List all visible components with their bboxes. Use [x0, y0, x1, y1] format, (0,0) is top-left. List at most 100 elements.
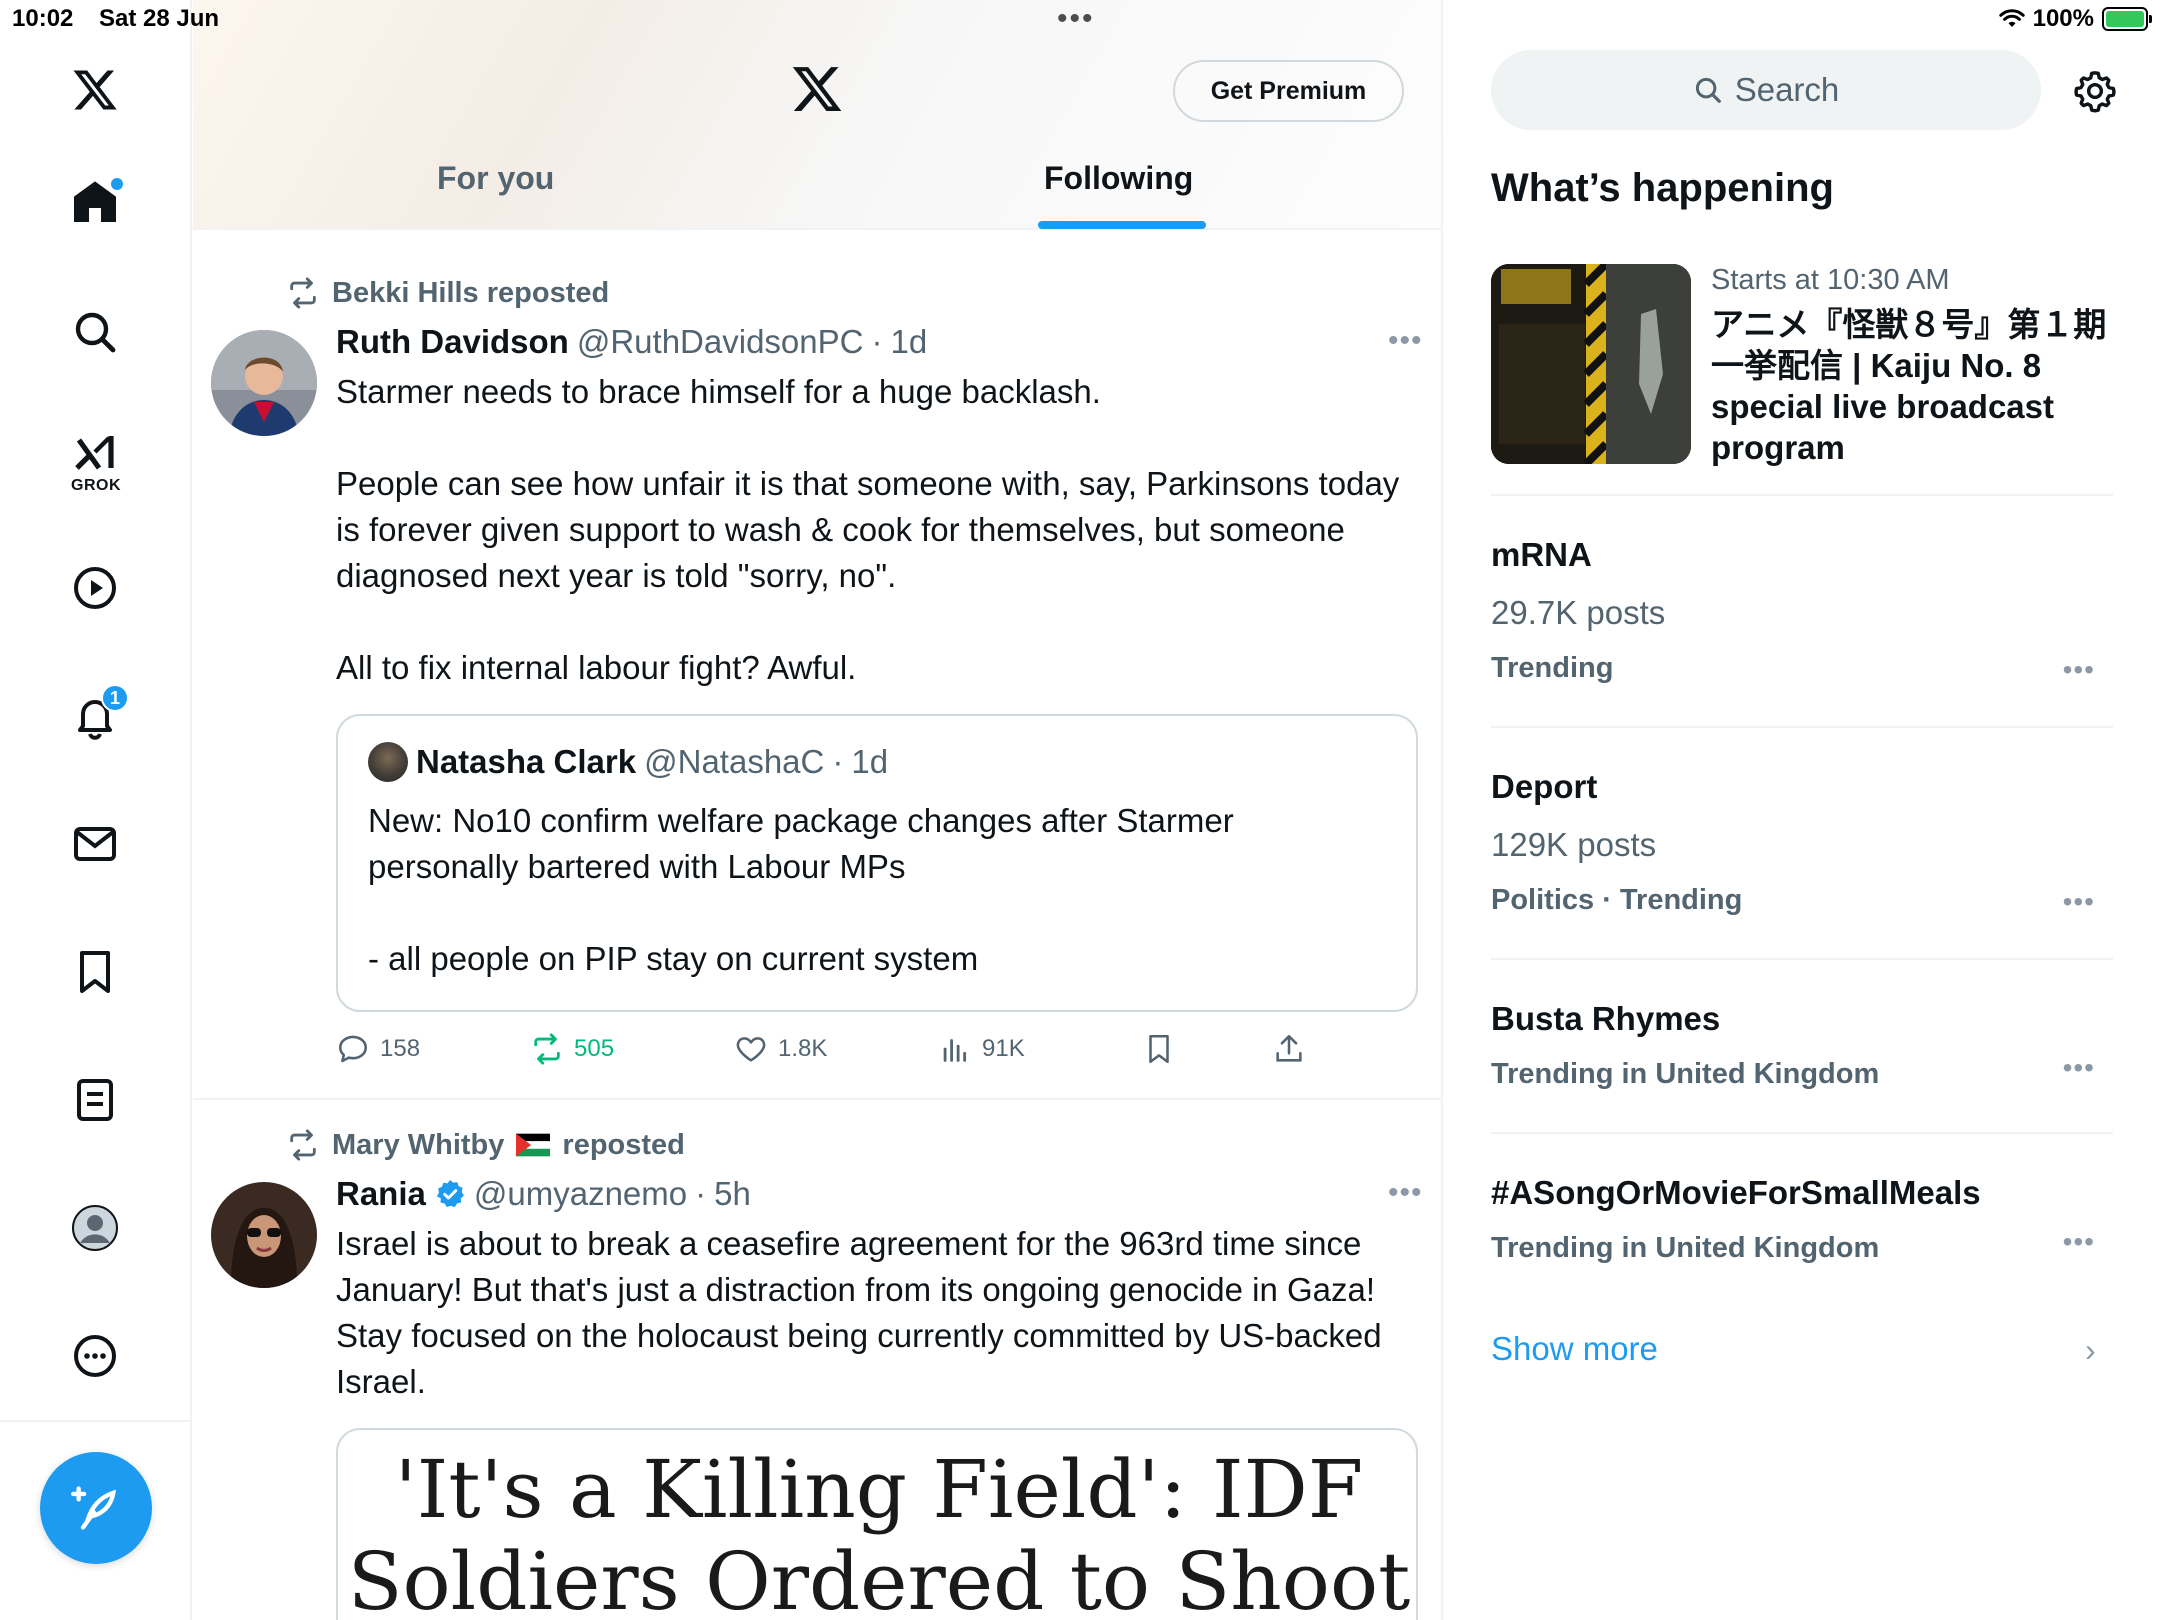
repost-count: 505 [574, 1035, 615, 1062]
tweet[interactable]: Mary Whitby reposted Rania @umyaznemo · … [193, 1100, 1441, 1620]
event-card[interactable]: Starts at 10:30 AM アニメ『怪獣８号』第１期一挙配信 | Ka… [1491, 264, 2113, 494]
trend-item[interactable]: mRNA 29.7K posts Trending ••• [1491, 536, 2113, 685]
search-input[interactable]: Search [1491, 50, 2041, 130]
repost-attribution: Mary Whitby reposted [286, 1128, 685, 1162]
tweet-media-image[interactable]: 'It's a Killing Field': IDF Soldiers Ord… [336, 1428, 1418, 1620]
bookmark-icon [1149, 1034, 1169, 1064]
profile-avatar-icon[interactable] [63, 1196, 127, 1260]
settings-gear-icon[interactable] [2072, 68, 2118, 114]
repost-by-name: Mary Whitby [332, 1128, 505, 1161]
get-premium-button[interactable]: Get Premium [1173, 60, 1404, 122]
avatar[interactable] [211, 1182, 317, 1288]
sidebar-divider [1491, 494, 2113, 496]
meta-separator: · [871, 323, 883, 360]
right-sidebar: Search What’s happening Starts at 10:30 … [1445, 0, 2160, 1620]
reply-button[interactable]: 158 [336, 1032, 420, 1066]
multitasking-dots-icon[interactable]: ••• [1057, 4, 1095, 34]
author-name[interactable]: Ruth Davidson [336, 323, 569, 361]
verified-badge-icon [436, 1180, 464, 1208]
compose-post-button[interactable] [40, 1452, 152, 1564]
x-header-logo-icon[interactable] [790, 62, 844, 116]
palestine-flag-icon [516, 1133, 551, 1157]
author-handle[interactable]: @umyaznemo [474, 1175, 687, 1213]
status-right: 100% [1998, 5, 2152, 33]
trend-category: Trending [1491, 652, 1614, 684]
views-chart-icon [943, 1039, 967, 1062]
trend-more-icon[interactable]: ••• [2063, 886, 2095, 918]
tweet-more-icon[interactable]: ••• [1388, 1176, 1423, 1210]
repost-attribution: Bekki Hills reposted [286, 276, 609, 310]
media-headline-text: 'It's a Killing Field': IDF Soldiers Ord… [347, 1443, 1411, 1620]
tweet-header: Rania @umyaznemo · 5h [336, 1175, 751, 1213]
more-options-icon[interactable] [63, 1324, 127, 1388]
trend-post-count: 129K posts [1491, 826, 1657, 863]
bookmarks-icon[interactable] [63, 940, 127, 1004]
chevron-right-icon: › [2085, 1332, 2096, 1368]
messages-envelope-icon[interactable] [63, 812, 127, 876]
bookmark-button[interactable] [1142, 1032, 1176, 1066]
event-thumbnail [1491, 264, 1691, 464]
event-start-time: Starts at 10:30 AM [1711, 264, 1950, 296]
author-handle[interactable]: @RuthDavidsonPC [577, 323, 864, 361]
left-nav: GROK 1 [0, 0, 192, 1620]
repost-icon [290, 1129, 316, 1161]
tweet-more-icon[interactable]: ••• [1388, 324, 1423, 358]
main-timeline: Get Premium For you Following Bekki Hill… [193, 0, 1443, 1620]
whats-happening-title: What’s happening [1491, 166, 1834, 210]
sidebar-divider [1491, 958, 2113, 960]
like-button[interactable]: 1.8K [734, 1032, 827, 1066]
tweet-text: Starmer needs to brace himself for a hug… [336, 373, 1400, 686]
tab-for-you[interactable]: For you [437, 160, 554, 197]
trend-item[interactable]: Busta Rhymes Trending in United Kingdom … [1491, 1000, 2113, 1091]
lists-icon[interactable] [63, 1068, 127, 1132]
author-name[interactable]: Rania [336, 1175, 426, 1213]
share-button[interactable] [1272, 1032, 1306, 1066]
views-count: 91K [982, 1035, 1025, 1062]
tweet-time[interactable]: 5h [714, 1175, 751, 1213]
meta-separator: · [695, 1175, 707, 1212]
trend-more-icon[interactable]: ••• [2063, 1052, 2095, 1084]
tab-following[interactable]: Following [1044, 160, 1193, 197]
home-icon[interactable] [63, 170, 127, 234]
trend-more-icon[interactable]: ••• [2063, 654, 2095, 686]
show-more-link[interactable]: Show more [1491, 1330, 1658, 1368]
battery-icon [2102, 7, 2152, 31]
trend-post-count: 29.7K posts [1491, 594, 1666, 631]
repost-by-text: Bekki Hills reposted [332, 276, 610, 309]
trend-item[interactable]: Deport 129K posts Politics · Trending ••… [1491, 768, 2113, 917]
trend-category: Trending in United Kingdom [1491, 1058, 1880, 1090]
quoted-tweet[interactable]: Natasha Clark @NatashaC · 1d New: No10 c… [336, 714, 1418, 1012]
tweet[interactable]: Bekki Hills reposted Ruth Davidson @Ruth… [193, 248, 1441, 1098]
wifi-icon [1998, 9, 2025, 27]
repost-button[interactable]: 505 [530, 1032, 614, 1066]
search-icon [1695, 77, 1721, 103]
explore-search-icon[interactable] [63, 300, 127, 364]
search-placeholder: Search [1734, 71, 1840, 108]
battery-percent: 100% [2032, 5, 2094, 32]
repost-suffix: reposted [562, 1128, 685, 1161]
avatar[interactable] [211, 330, 317, 436]
heart-icon [736, 1037, 766, 1062]
share-icon [1276, 1034, 1302, 1062]
x-logo-icon[interactable] [63, 58, 127, 122]
home-unread-dot [111, 178, 123, 190]
trend-name: mRNA [1491, 536, 1592, 573]
reply-icon [338, 1035, 368, 1063]
trend-item[interactable]: #ASongOrMovieForSmallMeals Trending in U… [1491, 1174, 2113, 1265]
notifications-bell-icon[interactable]: 1 [63, 684, 129, 748]
video-play-icon[interactable] [63, 556, 127, 620]
quoted-avatar [368, 742, 408, 782]
tweet-time[interactable]: 1d [890, 323, 927, 361]
quoted-time: 1d [851, 743, 889, 780]
trend-more-icon[interactable]: ••• [2063, 1226, 2095, 1258]
quoted-meta-separator: · [832, 743, 844, 780]
quoted-tweet-header: Natasha Clark @NatashaC · 1d [368, 742, 888, 782]
sidebar-divider [1491, 1132, 2113, 1134]
notifications-badge: 1 [101, 684, 129, 712]
repost-icon [290, 277, 316, 309]
quoted-tweet-text: New: No10 confirm welfare package change… [368, 802, 1234, 977]
sidebar-divider [1491, 726, 2113, 728]
trend-name: Busta Rhymes [1491, 1000, 1721, 1037]
reply-count: 158 [380, 1035, 421, 1062]
views-button[interactable]: 91K [938, 1032, 1025, 1066]
